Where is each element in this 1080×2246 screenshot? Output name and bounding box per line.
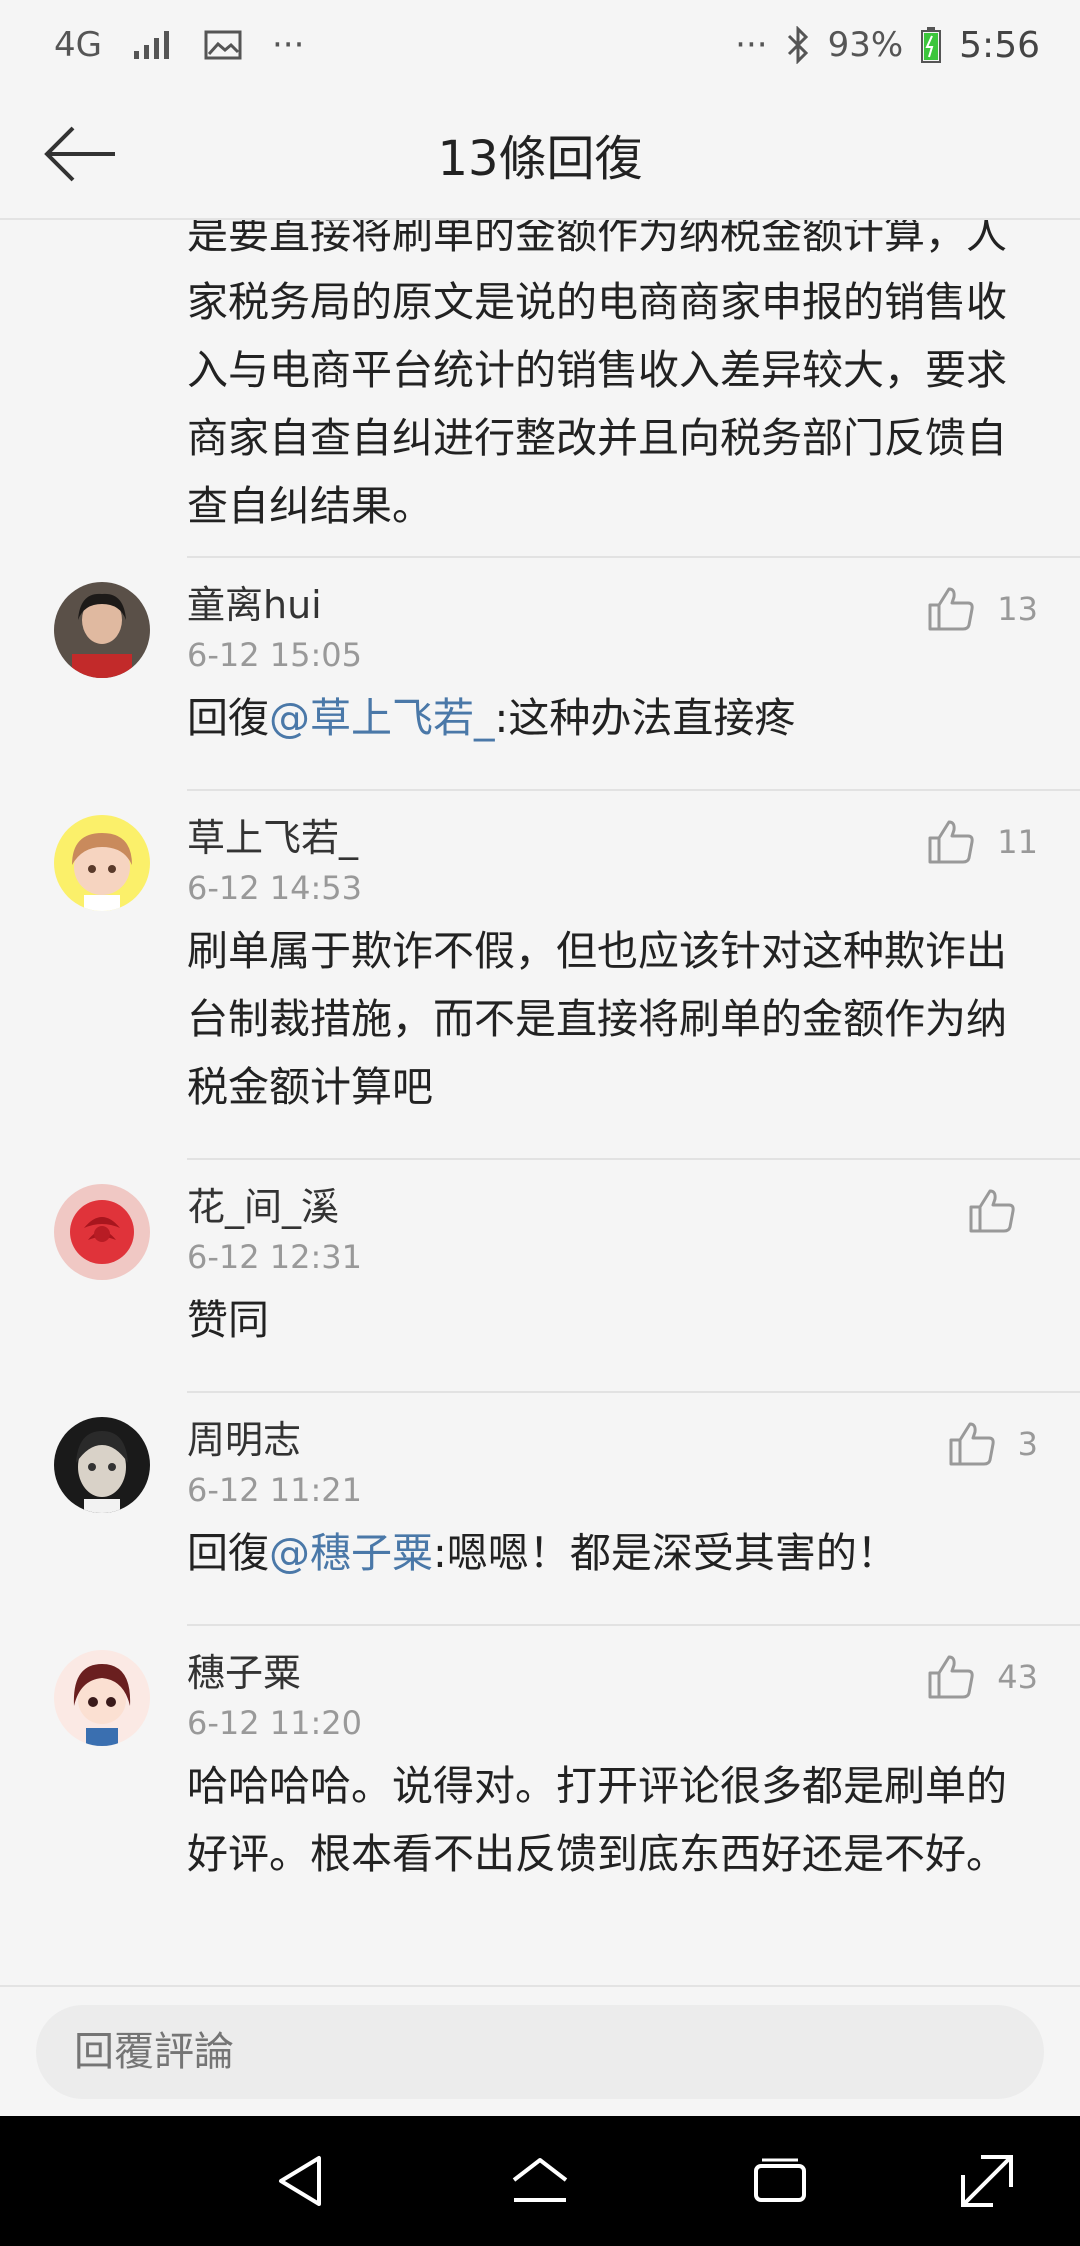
like-button[interactable]: 11 (927, 819, 1038, 865)
battery-icon (921, 27, 942, 63)
bluetooth-icon (787, 26, 808, 64)
like-button[interactable]: 43 (927, 1654, 1038, 1700)
reply-prefix: 回復 (187, 694, 269, 742)
like-count: 43 (997, 1658, 1038, 1696)
avatar[interactable] (54, 1650, 150, 1746)
divider (187, 789, 1080, 791)
status-bar: 4G ··· ··· 93% 5:56 (0, 0, 1080, 90)
avatar[interactable] (54, 1184, 150, 1280)
like-count: 13 (997, 590, 1038, 628)
comment-text: 哈哈哈哈。说得对。打开评论很多都是刷单的好评。根本看不出反馈到底东西好还是不好。 (187, 1762, 1007, 1878)
mention-link[interactable]: @草上飞若_ (269, 694, 495, 742)
avatar[interactable] (54, 1417, 150, 1513)
nav-recent-button[interactable] (745, 2146, 815, 2216)
home-icon (512, 2158, 568, 2202)
reply-text: :嗯嗯！都是深受其害的！ (433, 1529, 898, 1577)
comment-author[interactable]: 周明志 (187, 1409, 301, 1464)
comment-author[interactable]: 穗子粟 (187, 1642, 301, 1697)
like-button[interactable]: 3 (948, 1421, 1038, 1467)
nav-expand-button[interactable] (952, 2146, 1022, 2216)
comment-text: 回復@穗子粟:嗯嗯！都是深受其害的！ (187, 1519, 1037, 1587)
like-count: 3 (1017, 1425, 1038, 1463)
app-root: 4G ··· ··· 93% 5:56 13條回復 是要直接将刷单的金额作为纳税… (0, 0, 1080, 2246)
more-notifications-icon: ··· (271, 25, 305, 65)
reply-text: :这种办法直接疼 (494, 694, 796, 742)
reply-prefix: 回復 (187, 1529, 269, 1577)
divider (187, 1391, 1080, 1393)
nav-home-button[interactable] (505, 2146, 575, 2216)
page-title: 13條回復 (437, 131, 643, 187)
thumbs-up-icon (949, 1422, 995, 1466)
divider (187, 556, 1080, 558)
thumbs-up-icon (969, 1189, 1015, 1233)
avatar[interactable] (54, 582, 150, 678)
thumbs-up-icon (928, 820, 974, 864)
comment-author[interactable]: 花_间_溪 (187, 1176, 339, 1231)
comment-time: 6-12 11:20 (187, 1704, 363, 1742)
reply-input[interactable] (36, 2005, 1044, 2099)
battery-percent: 93% (827, 25, 904, 65)
comment-author[interactable]: 童离hui (187, 574, 322, 629)
signal-icon (133, 31, 169, 59)
comment-list[interactable]: 是要直接将刷单的金额作为纳税金额计算，人家税务局的原文是说的电商商家申报的销售收… (0, 220, 1080, 1985)
image-notification-icon (204, 30, 242, 60)
status-right: ··· 93% 5:56 (735, 25, 1040, 66)
comment-text: 回復@草上飞若_:这种办法直接疼 (187, 684, 1037, 752)
comment-time: 6-12 11:21 (187, 1471, 363, 1509)
status-left: 4G ··· (54, 25, 304, 65)
avatar[interactable] (54, 815, 150, 911)
system-nav-bar (0, 2116, 1080, 2246)
parent-comment-text: 是要直接将刷单的金额作为纳税金额计算，人家税务局的原文是说的电商商家申报的销售收… (187, 220, 1007, 530)
nav-back-button[interactable] (265, 2146, 335, 2216)
header: 13條回復 (0, 90, 1080, 220)
mention-link[interactable]: @穗子粟 (269, 1529, 433, 1577)
clock: 5:56 (959, 24, 1040, 66)
divider (187, 1158, 1080, 1160)
thumbs-up-icon (928, 1655, 974, 1699)
like-button[interactable]: 13 (927, 586, 1038, 632)
comment-text: 赞同 (187, 1296, 269, 1344)
comment-time: 6-12 12:31 (187, 1238, 363, 1276)
comment-author[interactable]: 草上飞若_ (187, 807, 358, 862)
like-button[interactable] (968, 1188, 1038, 1234)
comment-time: 6-12 14:53 (187, 869, 363, 907)
comment-time: 6-12 15:05 (187, 636, 363, 674)
thumbs-up-icon (928, 587, 974, 631)
more-status-icon: ··· (735, 25, 768, 65)
network-indicator: 4G (54, 25, 102, 65)
triangle-back-icon (279, 2156, 321, 2206)
divider (187, 1624, 1080, 1626)
reply-bar (0, 1985, 1080, 2117)
comment-text: 刷单属于欺诈不假，但也应该针对这种欺诈出台制裁措施，而不是直接将刷单的金额作为纳… (187, 927, 1007, 1111)
like-count: 11 (997, 823, 1038, 861)
recent-apps-icon (754, 2158, 806, 2202)
expand-icon (961, 2155, 1013, 2207)
